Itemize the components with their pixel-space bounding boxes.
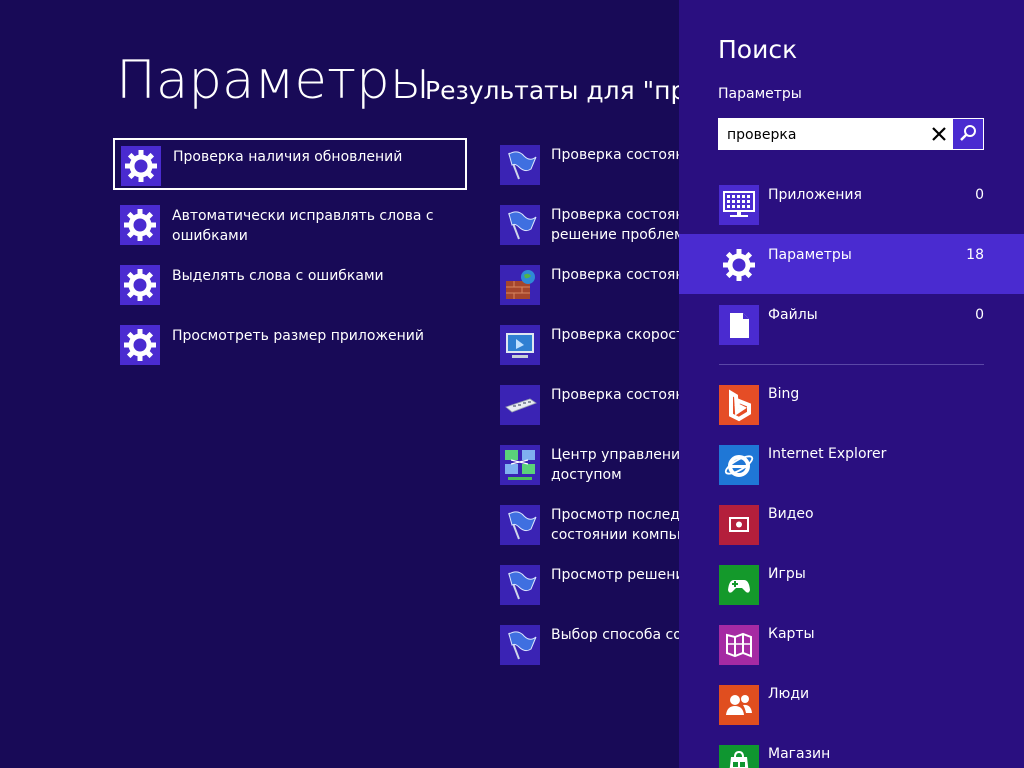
network-icon xyxy=(500,445,540,485)
category-files[interactable]: Файлы 0 xyxy=(679,294,1024,354)
app-label: Игры xyxy=(768,566,806,582)
gear-icon xyxy=(120,265,160,305)
charm-title: Поиск xyxy=(718,35,798,64)
store-icon xyxy=(719,745,759,768)
games-icon xyxy=(719,565,759,605)
result-item[interactable]: Центр управления доступом xyxy=(500,445,689,497)
result-label: Просмотр решения xyxy=(551,567,693,583)
result-label: Просмотр последн состоянии компью xyxy=(551,507,690,543)
app-label: Карты xyxy=(768,626,815,642)
search-icon xyxy=(960,125,976,141)
flag-icon xyxy=(500,565,540,605)
search-input[interactable] xyxy=(727,125,917,145)
result-label: Проверка скорости xyxy=(551,327,694,343)
search-box xyxy=(718,118,984,150)
category-settings[interactable]: Параметры 18 xyxy=(679,234,1024,294)
app-item-video[interactable]: Видео xyxy=(679,505,1024,565)
app-item-bing[interactable]: Bing xyxy=(679,385,1024,445)
result-item[interactable]: Проверка состояни решение проблем xyxy=(500,205,694,257)
category-label: Приложения xyxy=(768,187,862,203)
maps-icon xyxy=(719,625,759,665)
page-title: Параметры xyxy=(116,50,431,111)
app-label: Магазин xyxy=(768,746,831,762)
close-icon[interactable] xyxy=(929,124,949,144)
firewall-icon xyxy=(500,265,540,305)
people-icon xyxy=(719,685,759,725)
category-count: 0 xyxy=(975,307,984,323)
result-label: Автоматически исправлять слова с ошибкам… xyxy=(172,208,434,244)
video-icon xyxy=(719,505,759,545)
result-item[interactable]: Проверка наличия обновлений xyxy=(113,138,467,190)
file-icon xyxy=(719,305,759,345)
category-count: 18 xyxy=(966,247,984,263)
result-item[interactable]: Просмотреть размер приложений xyxy=(114,319,466,371)
app-label: Видео xyxy=(768,506,814,522)
ie-icon xyxy=(719,445,759,485)
result-item[interactable]: Проверка скорости xyxy=(500,325,693,377)
bing-icon xyxy=(719,385,759,425)
result-item[interactable]: Проверка состояни xyxy=(500,265,694,317)
result-item[interactable]: Выделять слова с ошибками xyxy=(114,259,466,311)
result-item[interactable]: Выбор способа сос xyxy=(500,625,690,677)
result-item[interactable]: Проверка состояни xyxy=(500,385,694,437)
keyboard-icon xyxy=(500,385,540,425)
flag-icon xyxy=(500,505,540,545)
flag-icon xyxy=(500,625,540,665)
app-item-internet-explorer[interactable]: Internet Explorer xyxy=(679,445,1024,505)
search-scope-label: Параметры xyxy=(718,86,802,102)
result-label: Выбор способа сос xyxy=(551,627,690,643)
category-count: 0 xyxy=(975,187,984,203)
gear-icon xyxy=(121,146,161,186)
app-label: Люди xyxy=(768,686,810,702)
app-item-people[interactable]: Люди xyxy=(679,685,1024,745)
result-label: Выделять слова с ошибками xyxy=(172,268,384,284)
result-item[interactable]: Просмотр последн состоянии компью xyxy=(500,505,689,557)
gear-icon xyxy=(719,245,759,285)
flag-icon xyxy=(500,145,540,185)
result-label: Проверка состояни xyxy=(551,267,694,283)
result-label: Проверка состояни xyxy=(551,387,694,403)
search-button[interactable] xyxy=(953,119,983,149)
result-label: Центр управления доступом xyxy=(551,447,689,483)
search-charm: Поиск Параметры Приложения 0 Параметры 1… xyxy=(679,0,1024,768)
app-label: Bing xyxy=(768,386,800,402)
flag-icon xyxy=(500,205,540,245)
app-item-maps[interactable]: Карты xyxy=(679,625,1024,685)
category-label: Файлы xyxy=(768,307,818,323)
divider xyxy=(719,364,984,365)
gear-icon xyxy=(120,205,160,245)
category-apps[interactable]: Приложения 0 xyxy=(679,174,1024,234)
app-item-store[interactable]: Магазин xyxy=(679,745,1024,768)
result-label: Проверка наличия обновлений xyxy=(173,149,403,165)
apps-icon xyxy=(719,185,759,225)
app-item-games[interactable]: Игры xyxy=(679,565,1024,625)
result-label: Просмотреть размер приложений xyxy=(172,328,424,344)
result-item[interactable]: Проверка состояни xyxy=(500,145,694,197)
result-label: Проверка состояни решение проблем xyxy=(551,207,694,243)
computer-icon xyxy=(500,325,540,365)
category-label: Параметры xyxy=(768,247,852,263)
result-item[interactable]: Автоматически исправлять слова с ошибкам… xyxy=(114,199,466,251)
app-label: Internet Explorer xyxy=(768,446,887,462)
result-label: Проверка состояни xyxy=(551,147,694,163)
gear-icon xyxy=(120,325,160,365)
result-item[interactable]: Просмотр решения xyxy=(500,565,693,617)
